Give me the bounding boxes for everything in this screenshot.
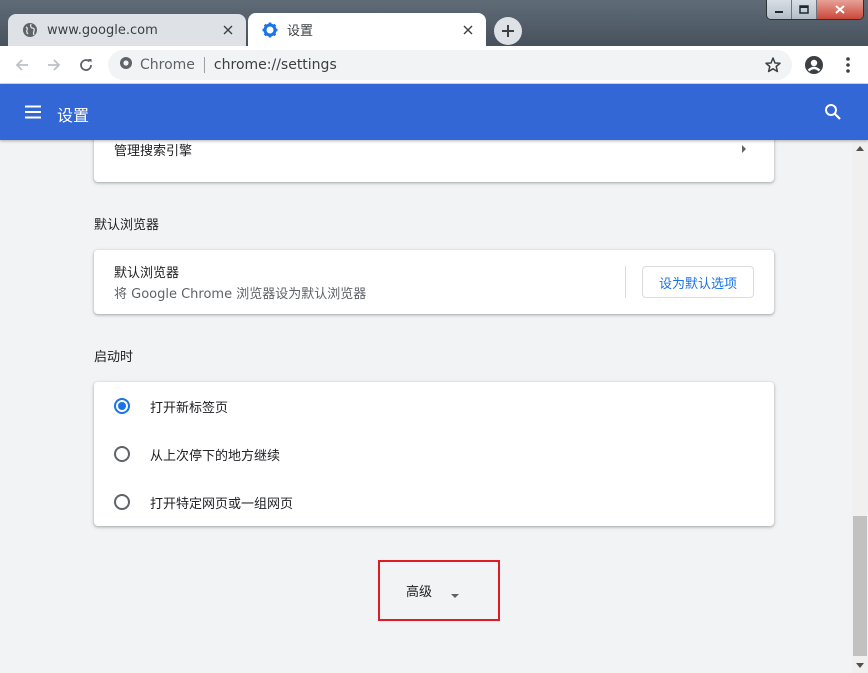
divider <box>625 266 626 298</box>
tab-settings[interactable]: 设置 <box>248 13 486 46</box>
radio-label: 从上次停下的地方继续 <box>150 448 281 464</box>
back-icon[interactable] <box>12 55 32 75</box>
search-icon[interactable] <box>824 103 842 121</box>
tab-google[interactable]: www.google.com <box>8 14 246 46</box>
search-engine-card: 管理搜索引擎 <box>94 140 774 182</box>
tab-title: www.google.com <box>47 22 158 38</box>
scroll-down-arrow-icon[interactable] <box>852 657 868 673</box>
advanced-label: 高级 <box>405 585 432 600</box>
startup-section-title: 启动时 <box>94 350 134 365</box>
radio-label: 打开特定网页或一组网页 <box>150 496 294 512</box>
default-browser-description: 将 Google Chrome 浏览器设为默认浏览器 <box>114 287 367 302</box>
window-controls <box>766 0 864 20</box>
manage-search-engines-link[interactable]: 管理搜索引擎 <box>114 140 192 159</box>
default-browser-section-title: 默认浏览器 <box>94 218 160 233</box>
caret-down-icon <box>450 588 460 598</box>
page-title: 设置 <box>57 106 90 125</box>
maximize-button[interactable] <box>792 0 817 19</box>
make-default-button[interactable]: 设为默认选项 <box>642 266 754 298</box>
forward-icon[interactable] <box>44 55 64 75</box>
reload-icon[interactable] <box>76 55 96 75</box>
settings-content: 管理搜索引擎 默认浏览器 默认浏览器 将 Google Chrome 浏览器设为… <box>0 140 852 673</box>
omnibox-divider <box>203 57 205 73</box>
startup-option-new-tab[interactable]: 打开新标签页 <box>114 394 228 418</box>
url-text: chrome://settings <box>213 57 337 73</box>
plus-icon <box>502 25 514 37</box>
more-menu-icon[interactable] <box>838 55 858 75</box>
gear-icon <box>262 22 278 38</box>
star-icon[interactable] <box>764 56 782 74</box>
startup-card: 打开新标签页 从上次停下的地方继续 打开特定网页或一组网页 <box>94 382 774 526</box>
settings-header: 设置 <box>0 84 868 140</box>
new-tab-button[interactable] <box>494 17 522 45</box>
browser-toolbar: Chrome chrome://settings <box>0 46 868 84</box>
scroll-up-arrow-icon[interactable] <box>852 140 868 156</box>
tab-strip: www.google.com 设置 <box>0 0 868 46</box>
radio-label: 打开新标签页 <box>150 400 229 416</box>
radio-button[interactable] <box>114 494 130 510</box>
minimize-button[interactable] <box>767 0 793 19</box>
radio-button-checked[interactable] <box>114 398 130 414</box>
chrome-page-icon <box>119 56 133 74</box>
startup-option-specific-pages[interactable]: 打开特定网页或一组网页 <box>114 490 293 514</box>
radio-button[interactable] <box>114 446 130 462</box>
omnibox[interactable]: Chrome chrome://settings <box>108 50 792 80</box>
profile-icon[interactable] <box>804 55 824 75</box>
window-close-button[interactable] <box>816 0 863 19</box>
scrollbar-thumb[interactable] <box>853 516 867 656</box>
close-icon[interactable] <box>220 22 236 38</box>
tab-title: 设置 <box>287 24 314 39</box>
close-icon[interactable] <box>460 22 476 38</box>
omnibox-chip: Chrome <box>140 57 195 73</box>
hamburger-menu-icon[interactable] <box>24 103 42 121</box>
chevron-right-icon[interactable] <box>740 143 748 153</box>
globe-icon <box>22 22 38 38</box>
page-scrollbar[interactable] <box>852 140 868 673</box>
advanced-toggle-button[interactable]: 高级 <box>378 560 500 621</box>
default-browser-card: 默认浏览器 将 Google Chrome 浏览器设为默认浏览器 设为默认选项 <box>94 250 774 314</box>
startup-option-continue[interactable]: 从上次停下的地方继续 <box>114 442 280 466</box>
default-browser-label: 默认浏览器 <box>114 266 180 281</box>
